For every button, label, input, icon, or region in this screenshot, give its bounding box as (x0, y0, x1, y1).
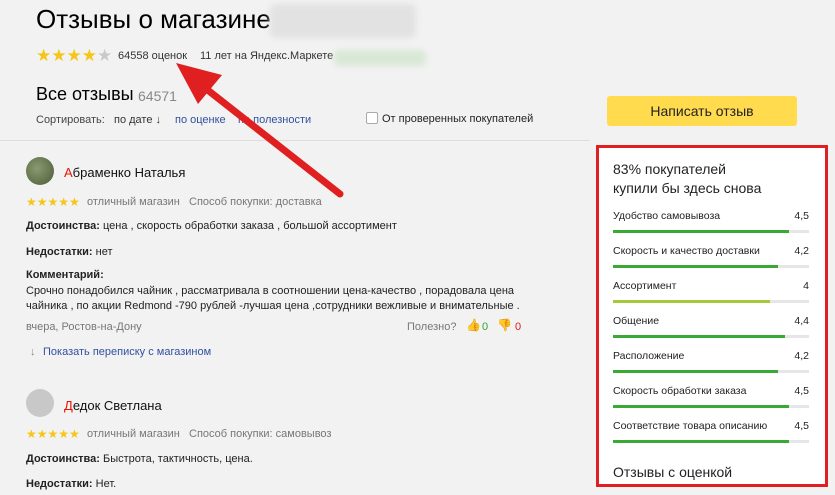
annotation-arrow (176, 63, 344, 198)
